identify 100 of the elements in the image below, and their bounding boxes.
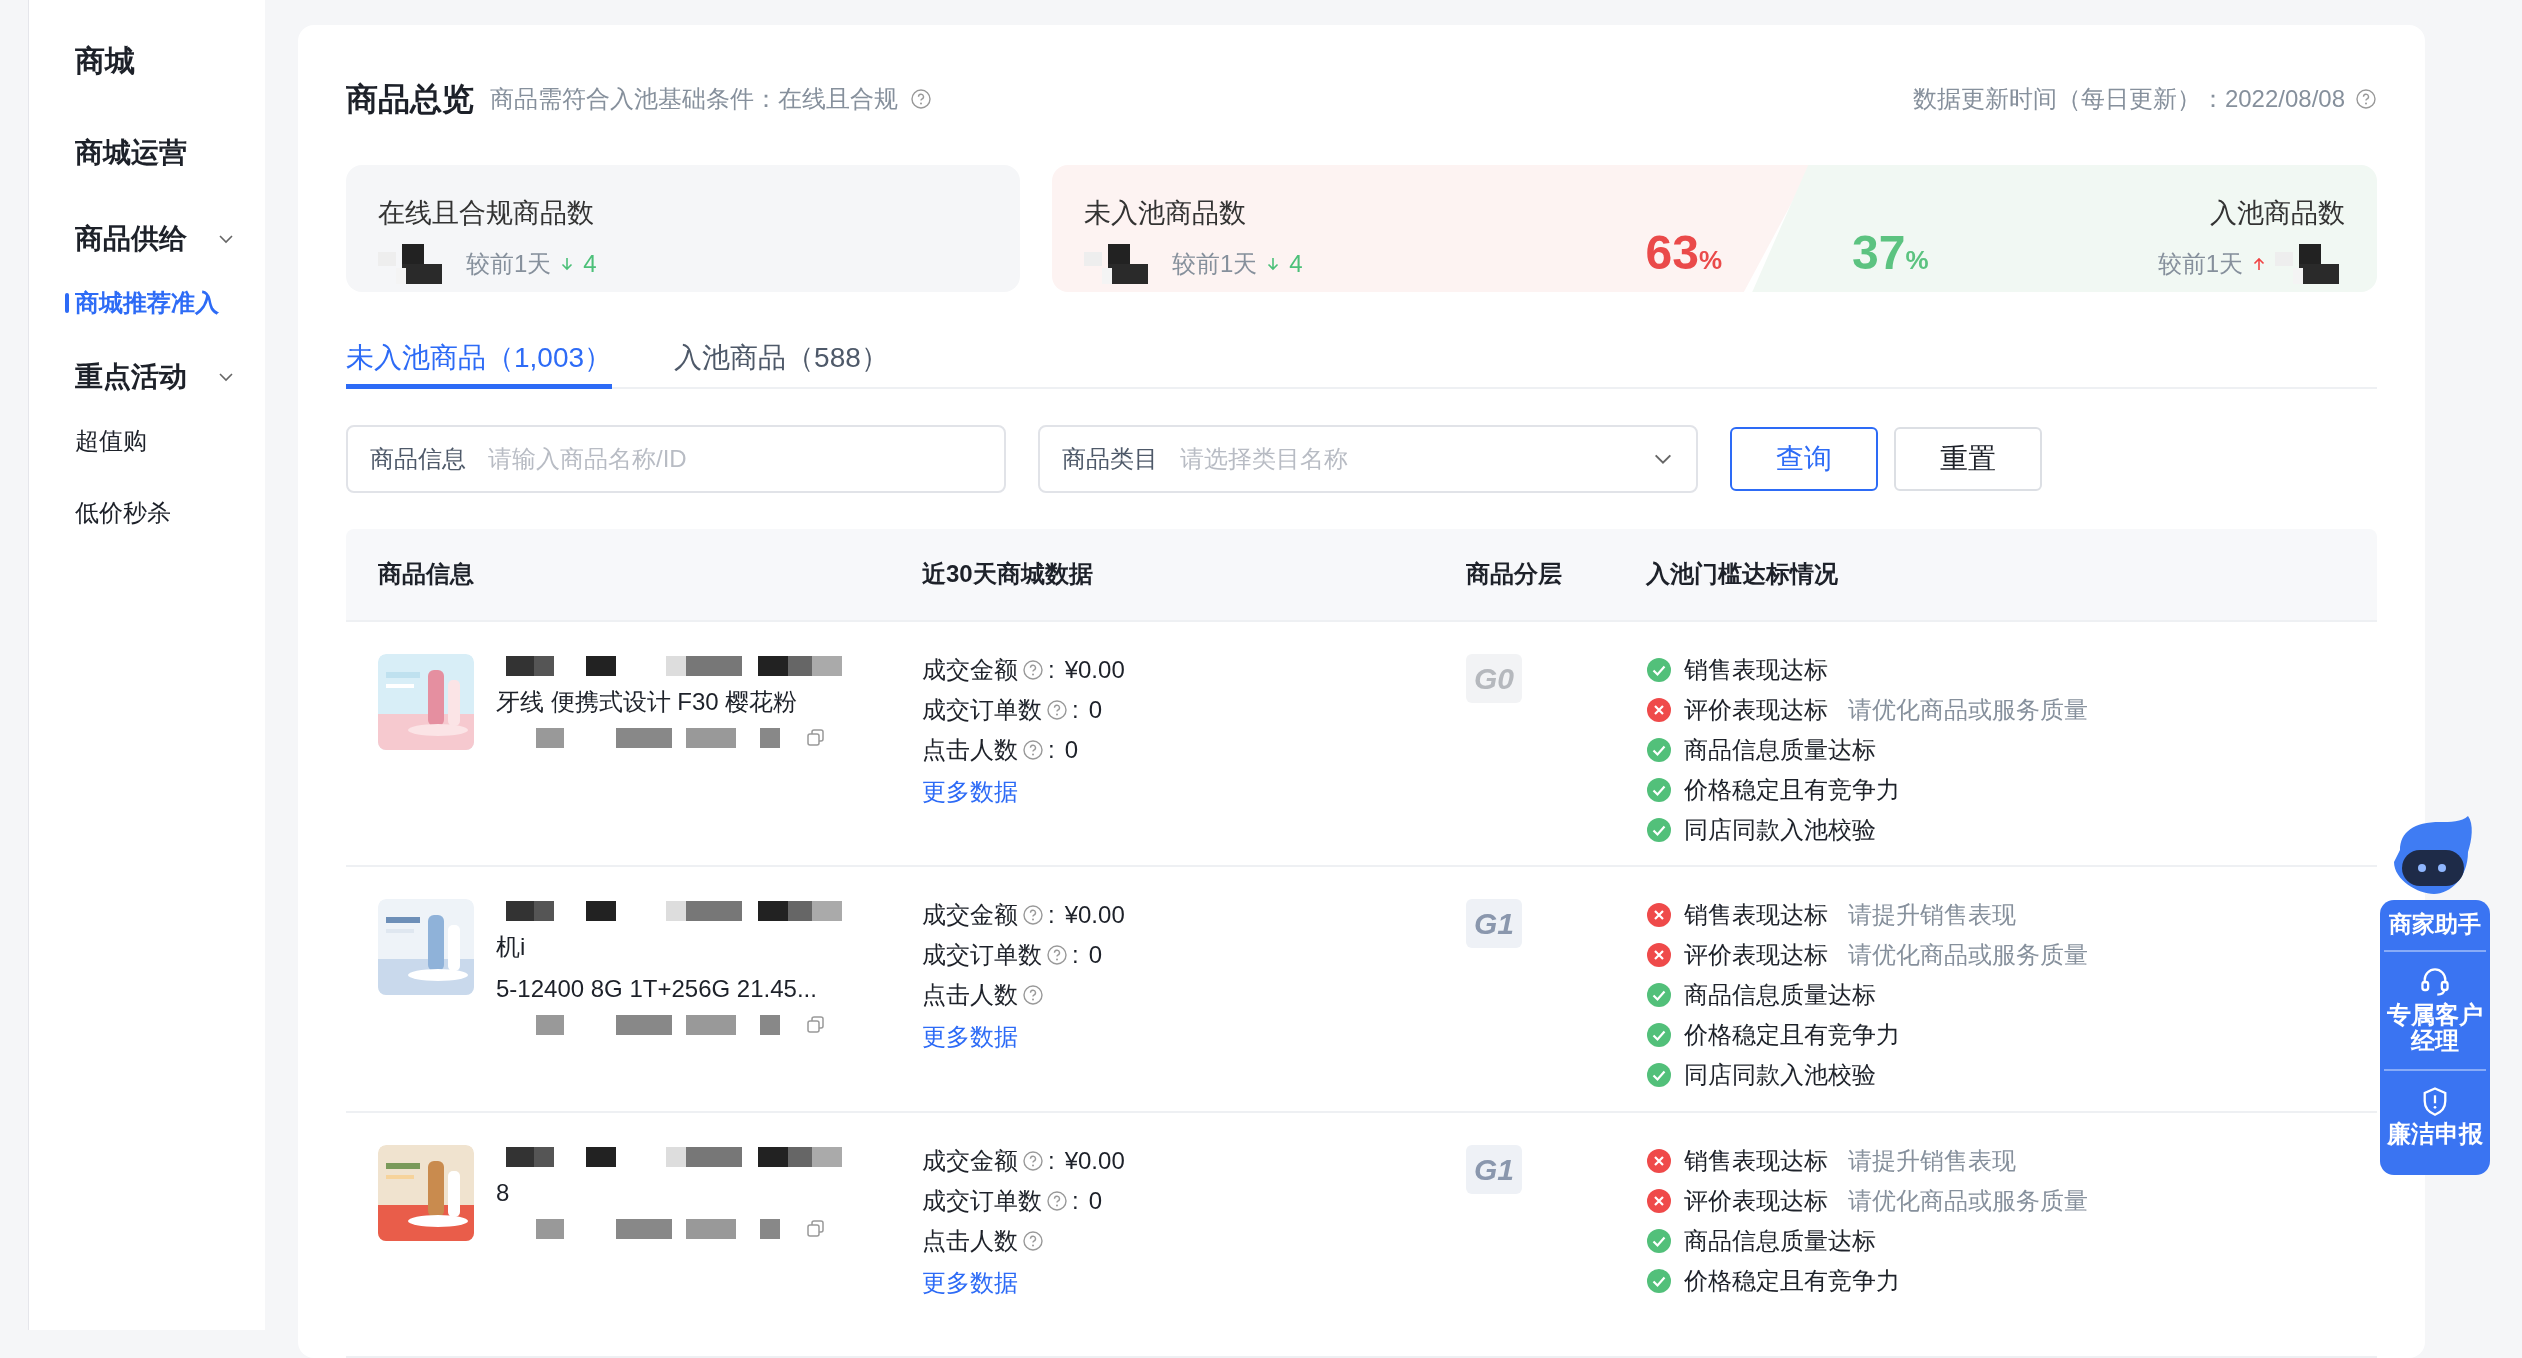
category-select[interactable]: 商品类目 请选择类目名称 [1038,425,1698,494]
more-data-link[interactable]: 更多数据 [922,1264,1466,1297]
percent-value: 37 [1852,225,1906,281]
metric-label: 成交订单数 [922,694,1042,725]
help-icon[interactable] [1046,944,1068,967]
update-time-text: 数据更新时间（每日更新）：2022/08/08 [1912,84,2345,114]
stat-label: 在线且合规商品数 [378,197,595,230]
field-label: 商品信息 [370,444,466,475]
search-field[interactable]: 商品信息 请输入商品名称/ID [346,425,1006,494]
colon-separator: : [1048,654,1055,685]
copy-icon[interactable] [806,1218,826,1239]
metric-value: 0 [1088,1185,1103,1216]
criterion-label: 价格稳定且有竞争力 [1684,1020,1900,1051]
product-name: 牙线 便携式设计 F30 樱花粉 [496,686,799,717]
criterion-label: 商品信息质量达标 [1684,980,1876,1011]
criterion-label: 同店同款入池校验 [1684,1060,1876,1091]
tier-badge: G1 [1466,899,1523,949]
criterion-label: 销售表现达标 [1684,1145,1828,1176]
sidebar-subitem[interactable]: 商城推荐准入 [75,285,219,321]
stat-label: 未入池商品数 [1084,197,1247,230]
criterion-label: 评价表现达标 [1684,694,1828,725]
metric-label: 点击人数 [922,734,1018,765]
column-header: 商品信息 [378,559,475,590]
sidebar-item[interactable]: 商城运营 [75,132,187,174]
criterion-label: 价格稳定且有竞争力 [1684,774,1900,805]
metric-value: 0 [1088,694,1103,725]
help-icon[interactable] [1022,1229,1044,1252]
percent-unit: % [1905,244,1929,277]
criterion-label: 评价表现达标 [1684,1185,1828,1216]
product-name: 5-12400 8G 1T+256G 21.45... [496,974,818,1005]
column-header: 近30天商城数据 [922,559,1094,590]
sidebar-item[interactable]: 重点活动 [75,356,187,398]
metric-label: 成交订单数 [922,940,1042,971]
colon-separator: : [1072,694,1079,725]
colon-separator: : [1048,900,1055,931]
criterion-hint: 请优化商品或服务质量 [1848,1185,2088,1216]
product-name: 机i [496,932,527,963]
column-header: 商品分层 [1466,559,1563,590]
metric-label: 成交金额 [922,1145,1018,1176]
help-icon[interactable] [1022,1149,1044,1172]
colon-separator: : [1072,940,1079,971]
metric-label: 成交金额 [922,900,1018,931]
criterion-label: 商品信息质量达标 [1684,1225,1876,1256]
copy-icon[interactable] [806,727,826,748]
metric-value: ¥0.00 [1064,900,1125,931]
criterion-label: 销售表现达标 [1684,900,1828,931]
help-icon[interactable] [1022,984,1044,1007]
help-icon[interactable] [910,88,932,110]
compare-label: 较前1天 [466,248,552,279]
tab[interactable]: 入池商品（588） [674,332,889,390]
copy-icon[interactable] [806,1015,826,1036]
column-header: 入池门槛达标情况 [1646,559,1839,590]
compare-label: 较前1天 [2157,248,2243,279]
help-icon[interactable] [1022,904,1044,927]
criterion-label: 同店同款入池校验 [1684,814,1876,845]
tab[interactable]: 未入池商品（1,003） [346,332,613,390]
panel-button[interactable]: 廉洁申报 [2384,1070,2486,1162]
metric-value: 0 [1088,940,1103,971]
metric-value: 0 [1064,734,1079,765]
text-input[interactable]: 请输入商品名称/ID [488,441,982,478]
criterion-label: 价格稳定且有竞争力 [1684,1265,1900,1296]
panel-title: 商家助手 [2389,910,2481,939]
headset-icon [2419,965,2451,998]
help-icon[interactable] [1022,658,1044,681]
criterion-label: 评价表现达标 [1684,940,1828,971]
metric-value: ¥0.00 [1064,654,1125,685]
delta-value: 4 [583,248,597,279]
sidebar-title: 商城 [75,43,136,79]
criterion-hint: 请优化商品或服务质量 [1848,940,2088,971]
text-input[interactable]: 请选择类目名称 [1180,441,1630,478]
sidebar-subitem[interactable]: 低价秒杀 [75,495,171,531]
sidebar-subitem[interactable]: 超值购 [75,423,147,459]
help-icon[interactable] [1046,698,1068,721]
compare-label: 较前1天 [1172,248,1258,279]
percent-unit: % [1698,245,1722,277]
help-icon[interactable] [2355,88,2377,110]
criterion-hint: 请提升销售表现 [1848,1145,2016,1176]
criterion-hint: 请提升销售表现 [1848,900,2016,931]
help-icon[interactable] [1022,738,1044,761]
reset-button[interactable]: 重置 [1894,427,2042,492]
field-label: 商品类目 [1062,444,1158,475]
product-name: 8 [496,1177,511,1208]
metric-label: 点击人数 [922,1225,1018,1256]
sidebar-item[interactable]: 商品供给 [75,218,187,260]
percent-value: 63 [1645,225,1699,281]
section-title: 商品总览 [346,80,474,119]
tier-badge: G0 [1466,653,1523,703]
criterion-label: 商品信息质量达标 [1684,734,1876,765]
colon-separator: : [1048,1145,1055,1176]
criterion-hint: 请优化商品或服务质量 [1848,694,2088,725]
metric-label: 成交订单数 [922,1185,1042,1216]
panel-button[interactable]: 专属客户经理 [2384,951,2486,1071]
stat-label: 入池商品数 [2210,197,2345,230]
more-data-link[interactable]: 更多数据 [922,773,1466,806]
more-data-link[interactable]: 更多数据 [922,1019,1466,1052]
query-button[interactable]: 查询 [1730,427,1878,492]
criterion-label: 销售表现达标 [1684,654,1828,685]
colon-separator: : [1072,1185,1079,1216]
metric-value: ¥0.00 [1064,1145,1125,1176]
help-icon[interactable] [1046,1189,1068,1212]
